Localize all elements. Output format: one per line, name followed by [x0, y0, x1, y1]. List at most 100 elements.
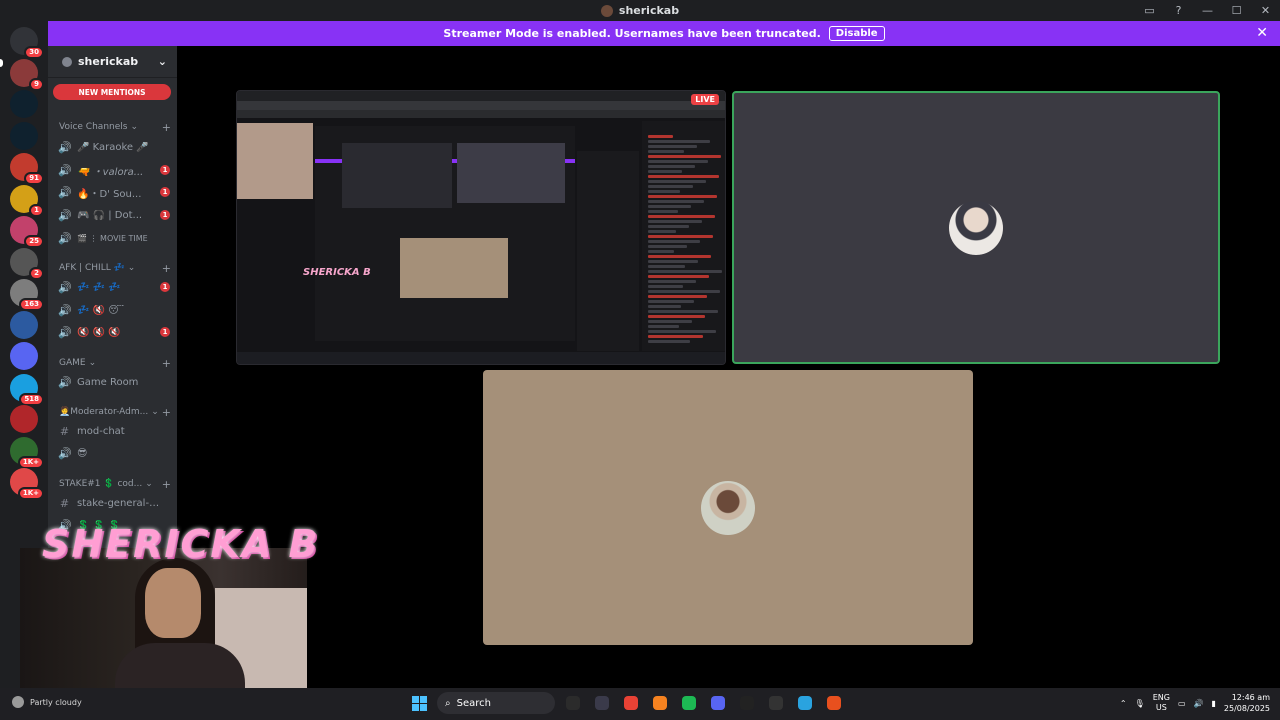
channel-item[interactable]: 🔊 🎮 🎧 | Dot... 1	[58, 205, 170, 225]
volume-icon[interactable]: 🔊	[1194, 699, 1204, 708]
category-afk-chill[interactable]: AFK | CHILL 💤 ⌄ +	[59, 262, 171, 275]
weather-icon	[12, 696, 24, 708]
participant-tile-speaking[interactable]	[732, 91, 1220, 364]
channel-item[interactable]: 🔊 🎬 ⋮ MOVIE TIME	[58, 228, 170, 248]
help-icon[interactable]: ?	[1164, 0, 1193, 21]
close-window-button[interactable]: ✕	[1251, 0, 1280, 21]
add-channel-icon[interactable]: +	[162, 478, 171, 491]
server-header[interactable]: sherickab ⌄	[48, 46, 177, 78]
shared-chat-line	[648, 195, 717, 198]
microphone-icon[interactable]: 🎙	[1135, 699, 1145, 708]
server-badge: 518	[19, 392, 44, 406]
speaker-icon: 🔊	[58, 303, 72, 317]
shared-overlay-logo: SHERICKA B	[303, 267, 371, 278]
server-icon-server-14[interactable]: 1K+	[10, 436, 44, 469]
shared-chat-line	[648, 180, 706, 183]
chrome-icon[interactable]	[620, 692, 642, 714]
chevron-up-icon[interactable]: ⌃	[1120, 699, 1127, 708]
server-icon-server-13[interactable]	[10, 405, 38, 433]
media-app-glyph	[595, 696, 609, 710]
affinity-icon[interactable]	[649, 692, 671, 714]
add-channel-icon[interactable]: +	[162, 262, 171, 275]
channel-item[interactable]: # mod-chat	[58, 421, 170, 441]
channel-name: 🎤 Karaoke 🎤	[77, 141, 149, 153]
system-clock[interactable]: 12:46 am 25/08/2025	[1224, 692, 1270, 714]
chrome-glyph	[624, 696, 638, 710]
network-icon[interactable]: ▭	[1178, 699, 1186, 708]
add-channel-icon[interactable]: +	[162, 121, 171, 134]
disable-streamer-mode-button[interactable]: Disable	[828, 26, 885, 41]
game-app-icon[interactable]	[765, 692, 787, 714]
shared-chat-line	[648, 250, 674, 253]
discord-icon[interactable]	[707, 692, 729, 714]
channel-item[interactable]: 🔊 💤 💤 💤 1	[58, 277, 170, 297]
channel-item[interactable]: 🔊 Game Room	[58, 372, 170, 392]
server-icon-server-6[interactable]: 1	[10, 184, 44, 217]
server-icon-server-9[interactable]: 163	[10, 279, 44, 311]
taskbar-search[interactable]: ⌕ Search	[437, 692, 555, 714]
shared-chat-line	[648, 220, 702, 223]
start-button[interactable]	[408, 692, 430, 714]
shared-chat-line	[648, 170, 682, 173]
new-mentions-button[interactable]: NEW MENTIONS	[53, 84, 171, 100]
channel-item[interactable]: 🔊 🔇 🔇 🔇 1	[58, 322, 170, 342]
stream-overlay-name: SHERICKA B	[42, 522, 320, 566]
server-icon-server-12[interactable]: 518	[10, 373, 44, 406]
media-app-icon[interactable]	[591, 692, 613, 714]
search-icon: ⌕	[445, 697, 451, 709]
server-icon-server-8[interactable]: 2	[10, 247, 44, 280]
channel-item[interactable]: 🔊 😎	[58, 443, 170, 463]
maximize-button[interactable]: ☐	[1222, 0, 1251, 21]
channel-item[interactable]: 🔊 🎤 Karaoke 🎤	[58, 137, 170, 157]
channel-item[interactable]: # stake-general-c...	[58, 493, 170, 513]
channel-name: Game Room	[77, 376, 139, 388]
chevron-down-icon: ⌄	[88, 358, 97, 368]
server-badge: 1K+	[17, 455, 44, 469]
language-code: ENG	[1152, 693, 1170, 702]
shared-browser-bookmarks	[237, 110, 725, 118]
language-indicator[interactable]: ENG US	[1153, 693, 1170, 713]
channel-item[interactable]: 🔊 🔫 ・valora... 1	[58, 160, 170, 180]
category-moderator[interactable]: 🧑‍💼Moderator-Adm... ⌄ +	[59, 406, 171, 419]
minimize-button[interactable]: —	[1193, 0, 1222, 21]
shared-chat-line	[648, 295, 707, 298]
server-icon-server-5[interactable]: 91	[10, 153, 44, 185]
add-channel-icon[interactable]: +	[162, 406, 171, 419]
category-game[interactable]: GAME ⌄ +	[59, 357, 171, 370]
spotify-icon[interactable]	[678, 692, 700, 714]
spotify-glyph	[682, 696, 696, 710]
server-badge: 30	[24, 46, 44, 59]
banner-text: Streamer Mode is enabled. Usernames have…	[443, 27, 821, 40]
shared-browser-tabs	[237, 91, 725, 101]
server-icon-server-7[interactable]: 25	[10, 216, 44, 248]
weather-widget[interactable]: Partly cloudy	[12, 696, 82, 708]
add-channel-icon[interactable]: +	[162, 357, 171, 370]
screen-share-tile[interactable]: SHERICKA B LIVE	[236, 90, 726, 365]
server-badge: 1K+	[17, 487, 44, 500]
file-explorer-icon[interactable]	[562, 692, 584, 714]
telegram-icon[interactable]	[794, 692, 816, 714]
participant-tile[interactable]	[483, 370, 973, 645]
shared-inner-avatar-tile	[457, 143, 565, 203]
server-icon-folder[interactable]	[10, 342, 38, 370]
shared-chat-line	[648, 140, 710, 143]
speaker-icon: 🔊	[58, 208, 72, 222]
inbox-icon[interactable]: ▭	[1135, 0, 1164, 21]
channel-item[interactable]: 🔊 💤 🔇 😴	[58, 300, 170, 320]
shared-chat-line	[648, 255, 711, 258]
streaming-app-icon[interactable]	[823, 692, 845, 714]
server-icon-server-1[interactable]: 9	[10, 58, 44, 91]
tf-app-icon[interactable]	[736, 692, 758, 714]
shared-chat-line	[648, 165, 695, 168]
category-stake[interactable]: STAKE#1 💲 cod... ⌄ +	[59, 478, 171, 491]
banner-close-icon[interactable]: ✕	[1256, 25, 1268, 41]
server-icon-discord-home[interactable]: 30	[10, 27, 44, 59]
server-icon-server-15[interactable]: 1K+	[10, 468, 44, 500]
server-icon-stake[interactable]	[10, 90, 38, 118]
server-icon-server-10[interactable]	[10, 310, 38, 339]
channel-item[interactable]: 🔊 🔥・D' Sou... 1	[58, 182, 170, 202]
speaker-icon: 🔊	[58, 185, 72, 199]
battery-icon[interactable]: ▮	[1211, 699, 1215, 708]
category-voice-channels[interactable]: Voice Channels ⌄ +	[59, 121, 171, 134]
server-icon-stake-2[interactable]	[10, 121, 38, 150]
